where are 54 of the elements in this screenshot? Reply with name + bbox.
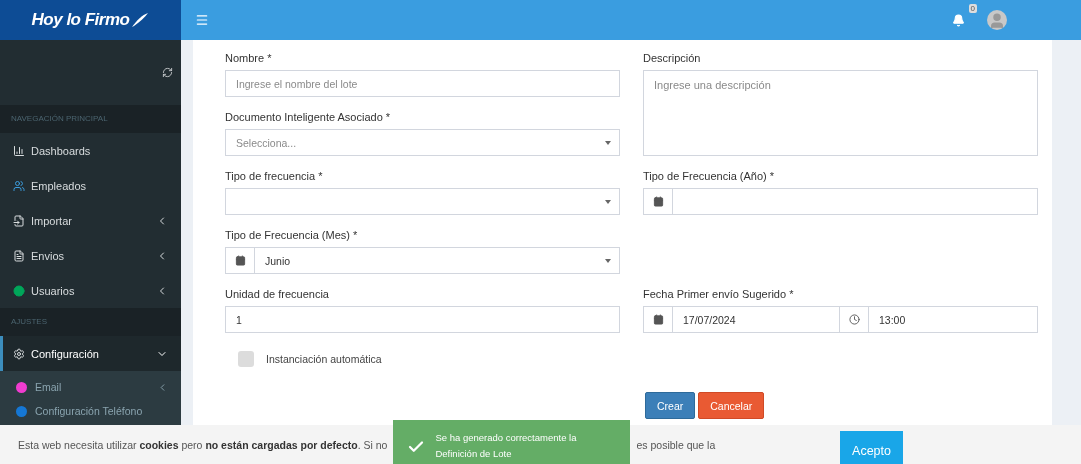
field-label: Tipo de frecuencia *	[225, 170, 324, 182]
success-toast: Se ha generado correctamente la Definición de Lote	[393, 420, 631, 464]
refresh-icon[interactable]	[162, 67, 173, 78]
submenu-item[interactable]: Configuración Teléfono	[0, 399, 181, 423]
field-label: Nombre *	[225, 52, 273, 64]
field-label: Documento Inteligente Asociado *	[225, 111, 392, 123]
sidebar-item[interactable]: Empleados	[0, 168, 181, 203]
submenu-item[interactable]: Email	[0, 375, 181, 399]
feather-icon	[131, 12, 150, 28]
date-field[interactable]: 17/07/2024	[643, 306, 840, 333]
calendar-icon	[652, 196, 664, 207]
sidebar-item[interactable]: Envios	[0, 238, 181, 273]
caret-icon	[605, 199, 611, 204]
menu-item-icon	[13, 144, 25, 157]
menu-item-icon	[13, 214, 25, 227]
select-field[interactable]: Junio	[225, 247, 620, 274]
select-field[interactable]: Selecciona...	[225, 129, 620, 156]
field-label: Tipo de Frecuencia (Año) *	[643, 170, 776, 182]
checkbox-label: Instanciación automática	[266, 353, 382, 365]
caret-icon	[605, 258, 611, 263]
input-field[interactable]: 1	[225, 306, 620, 333]
field-label: Unidad de frecuencia	[225, 288, 330, 300]
menu-item-icon	[13, 284, 25, 297]
menu-item-icon	[13, 249, 25, 262]
section-title: NAVEGACIÓN PRINCIPAL	[0, 105, 181, 133]
select-field[interactable]	[225, 188, 620, 215]
menu-item-icon	[13, 347, 25, 360]
date-field[interactable]	[643, 188, 1038, 215]
section-title: AJUSTES	[0, 308, 181, 336]
avatar[interactable]	[987, 10, 1007, 30]
sidebar-item[interactable]: Dashboards	[0, 133, 181, 168]
notification-count: 0	[968, 3, 977, 13]
menu-icon[interactable]	[195, 13, 209, 27]
clock-icon	[848, 314, 860, 325]
caret-icon	[605, 140, 611, 145]
calendar-icon	[234, 255, 246, 266]
input-field[interactable]: Ingrese el nombre del lote	[225, 70, 620, 97]
sidebar-item[interactable]: Configuración	[0, 336, 181, 371]
cancel-button[interactable]: Cancelar	[698, 392, 765, 419]
menu-item-icon	[13, 179, 25, 192]
bell-icon[interactable]	[952, 13, 965, 27]
field-label: Fecha Primer envío Sugerido *	[643, 288, 795, 300]
cookie-text: es posible que la	[636, 439, 716, 451]
calendar-icon	[652, 314, 664, 325]
field-label: Tipo de Frecuencia (Mes) *	[225, 229, 359, 241]
create-button[interactable]: Crear	[645, 392, 696, 419]
sidebar-item[interactable]: Importar	[0, 203, 181, 238]
textarea-field[interactable]: Ingrese una descripción	[643, 70, 1038, 156]
cookie-text: Esta web necesita utilizar cookies pero no están cargadas por defecto. Si no	[18, 439, 388, 451]
sidebar-item[interactable]: Usuarios	[0, 273, 181, 308]
logo: Hoy lo Firmo	[0, 0, 181, 40]
time-field[interactable]: 13:00	[840, 306, 1038, 333]
checkbox[interactable]	[238, 351, 254, 367]
field-label: Descripción	[643, 52, 702, 64]
